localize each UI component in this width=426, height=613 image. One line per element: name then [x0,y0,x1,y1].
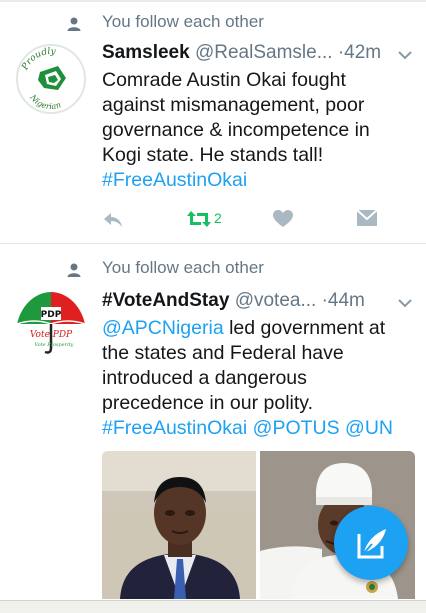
avatar-text-bottom: Vote Prosperity [34,342,73,348]
hashtag-link[interactable]: #FreeAustinOkai [102,168,416,193]
avatar-text-mid: Vote PDP [30,330,73,340]
envelope-icon[interactable] [356,208,378,228]
compose-tweet-icon [357,529,386,559]
timestamp[interactable]: 42m [344,42,381,63]
tweet-text-line: precedence in our polity. [102,392,314,414]
hashtag-link[interactable]: #FreeAustinOkai [102,417,247,439]
chevron-down-icon[interactable] [398,50,412,60]
tweet-text-line: Comrade Austin Okai fought [102,69,346,91]
reply-icon[interactable] [102,208,124,230]
tweet-header: #VoteAndStay @votea... ·44m [102,290,365,312]
tweet-text-line: introduced a dangerous [102,367,307,389]
tweet-text-line: @APCNigeria led government at [102,316,416,341]
compose-tweet-button[interactable] [334,506,408,580]
tweet-text-line: Kogi state. He stands tall! [102,144,324,166]
display-name[interactable]: Samsleek [102,42,190,63]
user-handle[interactable]: @RealSamsle... [195,42,333,63]
social-context-text: You follow each other [102,12,264,31]
person-icon [67,263,81,277]
chevron-down-icon[interactable] [398,298,412,308]
avatar[interactable]: PDP Vote PDP Vote Prosperity [14,288,88,362]
social-context: You follow each other [0,258,426,280]
tweet-text-line: #FreeAustinOkai @POTUS @UN [102,416,416,441]
retweet-count: 2 [214,210,222,226]
tweet-text: Comrade Austin Okai fought against misma… [102,68,416,193]
social-context-text: You follow each other [102,258,264,277]
tweet-text: @APCNigeria led government at the states… [102,316,416,441]
mention-link[interactable]: @APCNigeria [102,317,224,339]
tweet-text-line: against mismanagement, poor [102,94,365,116]
tweet-text-line: the states and Federal have [102,342,344,364]
tweet-1[interactable]: You follow each other Proudly Nigerian S… [0,0,426,243]
tweet-actions: 2 [102,208,402,232]
media-photo-1[interactable] [102,451,256,599]
bottom-edge-bar [0,600,426,613]
tweet-text-line: governance & incompetence in [102,119,370,141]
user-handle[interactable]: @votea... [235,290,317,311]
avatar[interactable]: Proudly Nigerian [14,42,88,116]
heart-icon[interactable] [272,208,294,230]
mention-link[interactable]: @POTUS [247,417,340,439]
person-icon [67,17,81,31]
avatar-text-top: PDP [41,310,62,320]
retweet-icon[interactable] [186,208,212,230]
display-name[interactable]: #VoteAndStay [102,290,229,311]
mention-link[interactable]: @UN [340,417,393,439]
social-context: You follow each other [0,12,426,34]
timestamp[interactable]: 44m [328,290,365,311]
tweet-text-fragment: led government at [223,317,386,339]
tweet-header: Samsleek @RealSamsle... ·42m [102,42,381,64]
